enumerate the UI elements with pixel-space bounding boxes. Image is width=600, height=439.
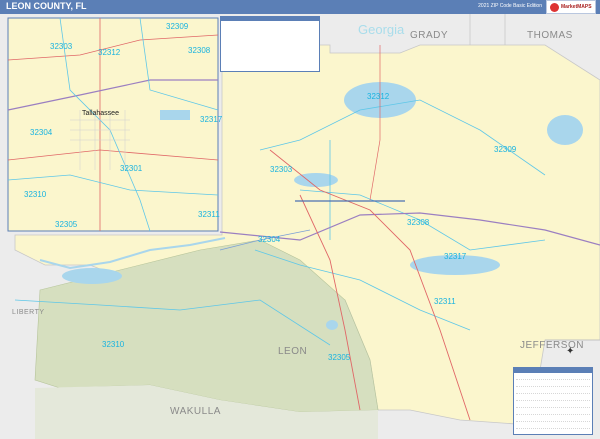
legend-row bbox=[516, 394, 590, 401]
legend-row bbox=[516, 387, 590, 394]
state-label: Georgia bbox=[358, 22, 405, 37]
zip-label: 32310 bbox=[24, 190, 47, 199]
county-label: WAKULLA bbox=[170, 406, 221, 417]
zip-label: 32309 bbox=[494, 145, 517, 154]
zip-label: 32304 bbox=[258, 235, 281, 244]
zip-label: 32305 bbox=[328, 353, 351, 362]
zip-label: 32312 bbox=[367, 92, 390, 101]
zip-label: 32301 bbox=[120, 164, 143, 173]
lake bbox=[326, 320, 338, 330]
zip-table-header bbox=[221, 17, 319, 21]
zip-label: 32317 bbox=[200, 115, 223, 124]
zip-label: 32305 bbox=[55, 220, 78, 229]
county-label: GRADY bbox=[410, 30, 449, 41]
legend-row bbox=[516, 380, 590, 387]
zip-label: 32312 bbox=[98, 48, 121, 57]
zip-code-table bbox=[220, 16, 320, 72]
legend-row bbox=[516, 401, 590, 408]
zip-label: 32311 bbox=[434, 297, 456, 306]
zip-label: 32311 bbox=[198, 210, 220, 219]
inset-lake bbox=[160, 110, 190, 120]
map-legend bbox=[513, 367, 593, 435]
legend-row bbox=[516, 408, 590, 415]
legend-row bbox=[516, 415, 590, 422]
zip-label: 32309 bbox=[166, 22, 189, 31]
zip-label: 32310 bbox=[102, 340, 125, 349]
county-label: THOMAS bbox=[527, 30, 573, 41]
map-frame: LEON COUNTY, FL 2021 ZIP Code Basic Edit… bbox=[0, 0, 600, 439]
county-label: LIBERTY bbox=[12, 309, 45, 316]
zip-label: 32308 bbox=[407, 218, 430, 227]
legend-row bbox=[516, 373, 590, 380]
lake bbox=[62, 268, 122, 284]
county-label: LEON bbox=[278, 346, 308, 357]
legend-row bbox=[516, 422, 590, 429]
zip-label: 32317 bbox=[444, 252, 467, 261]
zip-label: 32308 bbox=[188, 46, 211, 55]
zip-label: 32303 bbox=[270, 165, 293, 174]
city-label: Tallahassee bbox=[82, 110, 119, 117]
lake bbox=[294, 173, 338, 187]
zip-label: 32303 bbox=[50, 42, 73, 51]
lake bbox=[547, 115, 583, 145]
compass-rose-icon: ✦ bbox=[566, 346, 575, 357]
zip-label: 32304 bbox=[30, 128, 53, 137]
